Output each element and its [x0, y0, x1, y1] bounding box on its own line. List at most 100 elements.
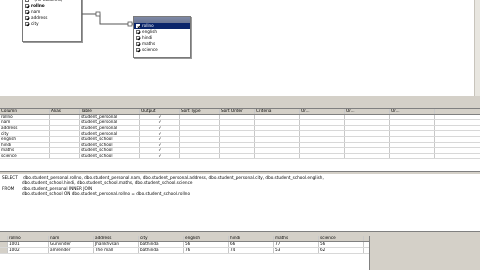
grid-cell[interactable] [345, 131, 390, 136]
grid-header-cell[interactable]: Column [0, 109, 50, 114]
results-cell[interactable]: 56 [184, 242, 229, 247]
grid-cell[interactable]: ✓ [140, 120, 180, 125]
results-cell[interactable]: amrender [49, 248, 94, 253]
grid-cell[interactable] [300, 120, 345, 125]
grid-cell[interactable] [220, 114, 255, 120]
grid-cell[interactable] [220, 125, 255, 131]
grid-cell[interactable]: student_personal [80, 131, 140, 136]
column-checkbox[interactable] [136, 24, 140, 28]
output-checkmark-icon[interactable]: ✓ [158, 115, 162, 119]
grid-cell[interactable]: student_school [80, 153, 140, 159]
grid-cell[interactable]: ✓ [140, 114, 180, 120]
table-box-student-school[interactable]: rollno english hindi maths science [133, 16, 191, 58]
criteria-grid[interactable]: Column Alias Table Output Sort Type Sort Orde… [0, 108, 480, 172]
output-checkmark-icon[interactable]: ✓ [158, 137, 162, 141]
grid-header-cell[interactable]: Sort Order [220, 109, 255, 114]
grid-cell[interactable]: city [0, 131, 50, 136]
results-grid[interactable]: rollno nam address city english hindi maths sci… [0, 236, 370, 270]
results-cell[interactable]: Jhankhvsan [94, 242, 139, 247]
grid-cell[interactable]: ✓ [140, 148, 180, 153]
grid-cell[interactable]: student_school [80, 136, 140, 142]
grid-cell[interactable]: student_personal [80, 125, 140, 131]
grid-cell[interactable] [50, 142, 80, 148]
output-checkmark-icon[interactable]: ✓ [158, 120, 162, 124]
grid-cell[interactable]: student_school [80, 148, 140, 153]
row-selector[interactable] [0, 248, 8, 253]
grid-cell[interactable] [300, 153, 345, 159]
diagram-scrollbar[interactable] [474, 0, 480, 96]
grid-cell[interactable] [220, 142, 255, 148]
results-cell[interactable]: 76 [184, 248, 229, 253]
grid-cell[interactable]: ✓ [140, 125, 180, 131]
grid-cell[interactable] [345, 114, 390, 120]
grid-cell[interactable] [180, 114, 220, 120]
grid-cell[interactable] [50, 153, 80, 159]
grid-cell[interactable] [390, 136, 435, 142]
grid-cell[interactable] [50, 114, 80, 120]
grid-cell[interactable] [255, 148, 300, 153]
grid-cell[interactable] [345, 148, 390, 153]
column-checkbox[interactable] [136, 48, 140, 52]
row-selector[interactable] [0, 242, 8, 247]
grid-cell[interactable] [220, 153, 255, 159]
results-row[interactable]: 1002 amrender The mall bathinda 76 74 53 62 [0, 248, 369, 254]
grid-cell[interactable] [50, 125, 80, 131]
grid-row[interactable]: science student_school ✓ [0, 153, 480, 160]
results-cell[interactable]: 66 [229, 242, 274, 247]
grid-cell[interactable] [220, 148, 255, 153]
output-checkmark-icon[interactable]: ✓ [158, 143, 162, 147]
column-checkbox[interactable] [136, 42, 140, 46]
grid-cell[interactable] [390, 131, 435, 136]
results-cell[interactable]: 77 [274, 242, 319, 247]
output-checkmark-icon[interactable]: ✓ [158, 126, 162, 130]
grid-cell[interactable] [50, 148, 80, 153]
grid-cell[interactable] [390, 120, 435, 125]
grid-cell[interactable] [345, 142, 390, 148]
column-checkbox[interactable] [136, 36, 140, 40]
grid-cell[interactable] [180, 136, 220, 142]
grid-cell[interactable] [50, 131, 80, 136]
grid-cell[interactable] [345, 125, 390, 131]
grid-cell[interactable] [255, 120, 300, 125]
grid-cell[interactable] [180, 120, 220, 125]
grid-header-cell[interactable]: Output [140, 109, 180, 114]
grid-cell[interactable]: student_personal [80, 120, 140, 125]
grid-header-cell[interactable]: Or... [345, 109, 390, 114]
results-cell[interactable]: bathinda [139, 248, 184, 253]
grid-cell[interactable]: hindi [0, 142, 50, 148]
results-header-cell[interactable]: nam [49, 236, 94, 241]
grid-cell[interactable] [345, 153, 390, 159]
grid-header-cell[interactable]: Or... [300, 109, 345, 114]
results-header-cell[interactable]: maths [274, 236, 319, 241]
column-checkbox[interactable] [136, 30, 140, 34]
grid-cell[interactable]: ✓ [140, 131, 180, 136]
grid-cell[interactable] [180, 148, 220, 153]
grid-cell[interactable] [300, 136, 345, 142]
results-cell[interactable]: 74 [229, 248, 274, 253]
grid-cell[interactable]: english [0, 136, 50, 142]
diagram-pane[interactable]: * (All Columns)rollnonamaddresscity roll… [0, 0, 480, 96]
grid-header-cell[interactable]: Table [80, 109, 140, 114]
grid-cell[interactable] [300, 131, 345, 136]
grid-cell[interactable] [390, 114, 435, 120]
results-header-cell[interactable]: rollno [8, 236, 49, 241]
grid-cell[interactable] [180, 131, 220, 136]
grid-cell[interactable] [390, 148, 435, 153]
results-header-cell[interactable]: hindi [229, 236, 274, 241]
grid-header-cell[interactable]: Criteria [255, 109, 300, 114]
grid-cell[interactable] [345, 120, 390, 125]
results-header-cell[interactable]: city [139, 236, 184, 241]
results-cell[interactable]: bathinda [139, 242, 184, 247]
grid-cell[interactable] [300, 142, 345, 148]
grid-cell[interactable]: ✓ [140, 153, 180, 159]
results-cell[interactable]: Gurvinder [49, 242, 94, 247]
grid-cell[interactable] [255, 142, 300, 148]
grid-header-cell[interactable]: Or... [390, 109, 435, 114]
grid-cell[interactable]: science [0, 153, 50, 159]
grid-cell[interactable]: ✓ [140, 142, 180, 148]
grid-cell[interactable] [390, 125, 435, 131]
grid-cell[interactable]: address [0, 125, 50, 131]
grid-cell[interactable] [300, 125, 345, 131]
grid-cell[interactable] [345, 136, 390, 142]
grid-cell[interactable] [390, 142, 435, 148]
